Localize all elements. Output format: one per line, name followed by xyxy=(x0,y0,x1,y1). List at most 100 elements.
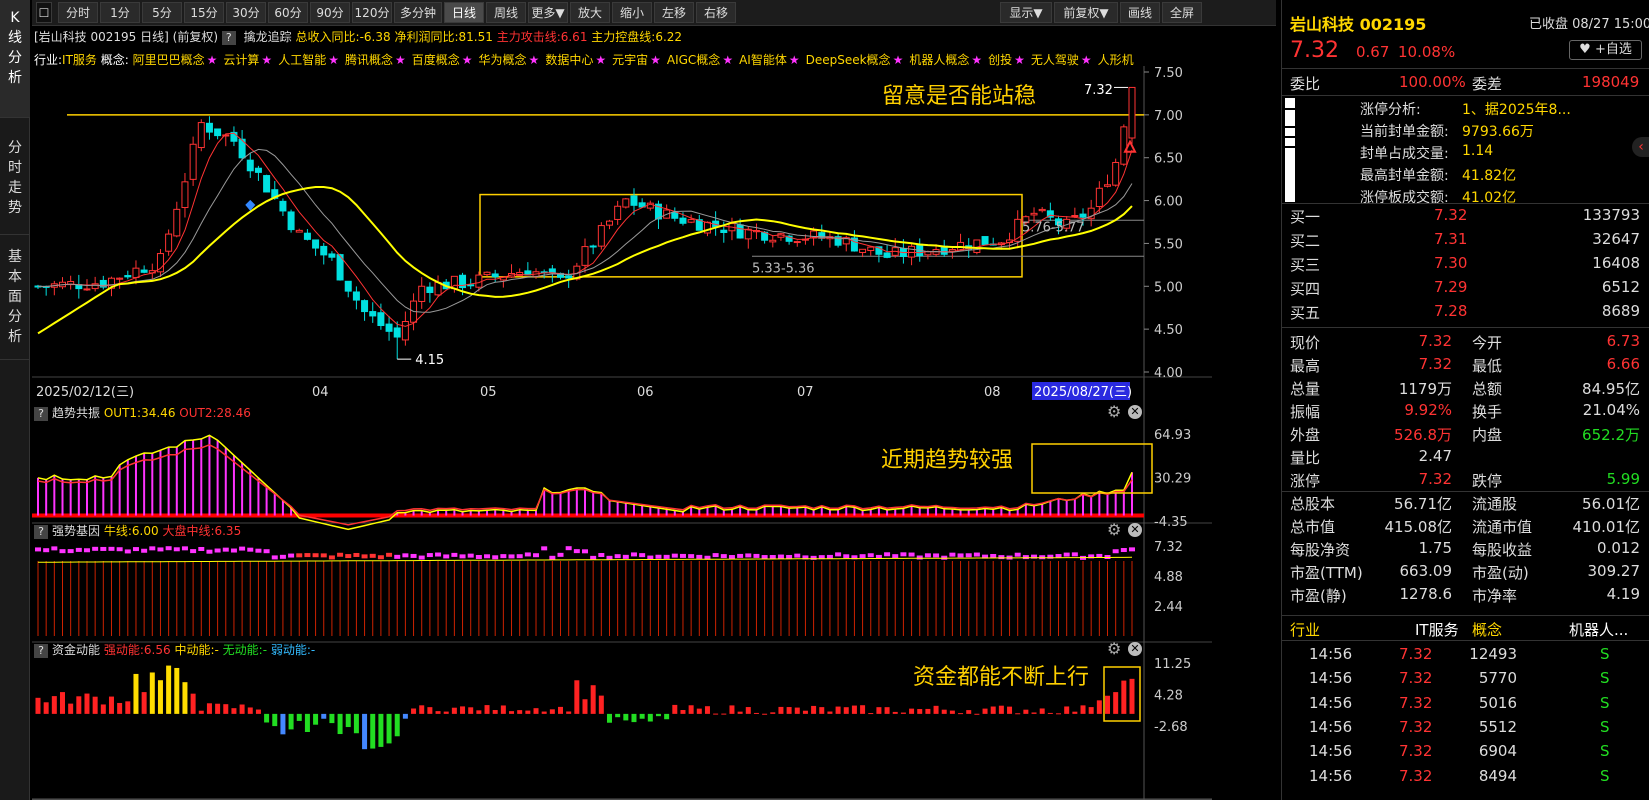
bid-level: 买三 xyxy=(1290,256,1321,274)
fund-bar xyxy=(1096,700,1102,714)
indicator-name[interactable]: 擒龙追踪 xyxy=(244,30,292,44)
gene-marker xyxy=(100,546,107,551)
concept-tag[interactable]: 元宇宙 xyxy=(612,53,648,67)
concept-label: 概念: xyxy=(100,53,129,67)
panel3-help-icon[interactable]: ? xyxy=(34,644,48,658)
panel1-gear-icon[interactable]: ⚙ xyxy=(1107,402,1121,421)
panel3-none-value: - xyxy=(262,643,268,657)
industry-value[interactable]: IT服务 xyxy=(62,53,97,67)
concept-tag[interactable]: 云计算 xyxy=(223,53,259,67)
period-button-0[interactable]: 分时 xyxy=(58,2,98,23)
period-button-4[interactable]: 30分 xyxy=(226,2,266,23)
gene-marker xyxy=(688,554,695,559)
order-ratio-row: 委比 100.00% 委差 198049 xyxy=(1282,70,1649,94)
tab-intraday[interactable]: 分时走势 xyxy=(0,118,30,235)
concept-tag[interactable]: 腾讯概念 xyxy=(345,53,393,67)
concept-tag[interactable]: 数据中心 xyxy=(545,53,593,67)
candle xyxy=(1120,124,1128,166)
panel1-help-icon[interactable]: ? xyxy=(34,407,48,421)
fund-bar xyxy=(549,709,555,714)
gene-marker xyxy=(190,549,197,554)
fund-bar xyxy=(566,711,572,714)
period-button-12[interactable]: 放大 xyxy=(570,2,610,23)
period-button-14[interactable]: 左移 xyxy=(654,2,694,23)
period-button-10[interactable]: 周线 xyxy=(486,2,526,23)
period-button-3[interactable]: 15分 xyxy=(184,2,224,23)
period-button-11[interactable]: 更多▼ xyxy=(528,2,568,23)
concept-tag[interactable]: AI智能体 xyxy=(739,53,787,67)
gene-marker xyxy=(35,547,41,552)
panel3-name[interactable]: 资金动能 xyxy=(52,643,100,657)
panel2-help-icon[interactable]: ? xyxy=(34,525,48,539)
concept-tab-value[interactable]: 机器人... xyxy=(1569,619,1628,640)
toolbar-right-button-1[interactable]: 前复权▼ xyxy=(1054,2,1118,23)
y-tick-label: 5.50 xyxy=(1154,237,1183,252)
toolbar-right-button-0[interactable]: 显示▼ xyxy=(1000,2,1052,23)
gene-marker xyxy=(884,552,891,557)
tick-volume: 12493 xyxy=(1469,645,1517,663)
tab-fundamental[interactable]: 基本面分析 xyxy=(0,235,30,360)
industry-tab-value[interactable]: IT服务 xyxy=(1415,619,1459,640)
concept-tag[interactable]: 无人驾驶 xyxy=(1031,53,1079,67)
candle-body xyxy=(859,248,867,253)
stat-value: 84.95亿 xyxy=(1582,380,1640,398)
panel1-name[interactable]: 趋势共振 xyxy=(52,406,100,420)
stat-value: 6.66 xyxy=(1606,355,1640,373)
fund-bar xyxy=(827,711,833,714)
y-tick-label: 6.50 xyxy=(1154,152,1183,167)
fund-bar xyxy=(1088,707,1094,714)
tick-side: S xyxy=(1600,693,1610,712)
fund-bar xyxy=(35,697,41,714)
concept-tag[interactable]: 人工智能 xyxy=(278,53,326,67)
period-button-9[interactable]: 日线 xyxy=(444,2,484,23)
period-button-8[interactable]: 多分钟 xyxy=(394,2,442,23)
concept-tab-label[interactable]: 概念 xyxy=(1472,619,1502,640)
panel3-gear-icon[interactable]: ⚙ xyxy=(1107,639,1121,658)
stock-app: K线分析 分时走势 基本面分析 ☐ 分时 1分 5分 15分 30分 60分 90分 120分… xyxy=(0,0,1649,800)
panel2-gear-icon[interactable]: ⚙ xyxy=(1107,520,1121,539)
period-button-6[interactable]: 90分 xyxy=(310,2,350,23)
concept-star: ★ xyxy=(394,53,406,67)
fund-bar xyxy=(59,692,65,714)
fund-bar xyxy=(1039,708,1045,714)
collapse-icon[interactable]: ‹ xyxy=(1632,137,1649,157)
tick-volume: 6904 xyxy=(1478,742,1517,761)
period-button-13[interactable]: 缩小 xyxy=(612,2,652,23)
concept-tag[interactable]: 创投 xyxy=(988,53,1012,67)
panel3-close-icon[interactable]: ✕ xyxy=(1128,642,1142,656)
add-favorite-button[interactable]: ♥ +自选 xyxy=(1569,40,1642,60)
toolbar-right-button-3[interactable]: 全屏 xyxy=(1162,2,1202,23)
concept-tag[interactable]: 华为概念 xyxy=(479,53,527,67)
candle-body xyxy=(295,229,303,233)
adjust-mode[interactable]: (前复权) xyxy=(173,30,218,44)
fund-bar xyxy=(574,680,580,714)
stat-label: 总额 xyxy=(1472,380,1503,398)
tick-volume: 5016 xyxy=(1478,693,1517,712)
concept-tag[interactable]: 机器人概念 xyxy=(909,53,969,67)
heart-icon: ♥ xyxy=(1579,42,1591,57)
concept-tag[interactable]: 阿里巴巴概念 xyxy=(133,53,205,67)
candle-body xyxy=(1030,212,1038,216)
concept-tag[interactable]: 人形机 xyxy=(1098,53,1134,67)
tab-kline[interactable]: K线分析 xyxy=(0,0,30,118)
panel1-close-icon[interactable]: ✕ xyxy=(1128,405,1142,419)
bid-price: 7.30 xyxy=(1434,254,1468,272)
candle-body xyxy=(369,311,377,317)
toolbar-right-button-2[interactable]: 画线 xyxy=(1120,2,1160,23)
industry-tab-label[interactable]: 行业 xyxy=(1290,619,1320,640)
period-button-15[interactable]: 右移 xyxy=(696,2,736,23)
back-icon[interactable]: ☐ xyxy=(36,2,52,23)
tab-kline-label: K线分析 xyxy=(8,10,22,86)
panel1-header: ? 趋势共振 OUT1:34.46 OUT2:28.46 xyxy=(34,404,251,421)
panel2-close-icon[interactable]: ✕ xyxy=(1128,523,1142,537)
period-button-7[interactable]: 120分 xyxy=(352,2,392,23)
help-icon[interactable]: ? xyxy=(221,31,236,45)
period-button-1[interactable]: 1分 xyxy=(100,2,140,23)
period-button-2[interactable]: 5分 xyxy=(142,2,182,23)
candle-body xyxy=(418,285,426,302)
period-button-5[interactable]: 60分 xyxy=(268,2,308,23)
concept-tag[interactable]: AIGC概念 xyxy=(667,53,720,67)
concept-tag[interactable]: DeepSeek概念 xyxy=(806,53,891,67)
panel2-name[interactable]: 强势基因 xyxy=(52,524,100,538)
concept-tag[interactable]: 百度概念 xyxy=(412,53,460,67)
